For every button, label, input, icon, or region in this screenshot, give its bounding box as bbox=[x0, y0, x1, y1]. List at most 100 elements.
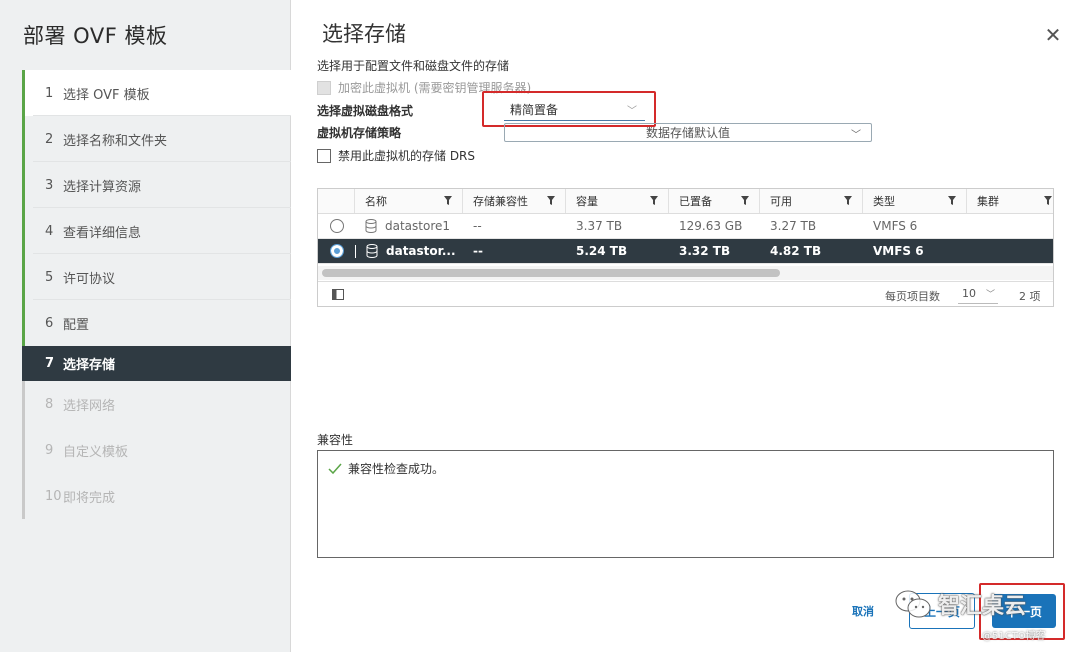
filter-icon[interactable] bbox=[444, 196, 452, 205]
step-select-compute-resource[interactable]: 3 选择计算资源 bbox=[22, 162, 291, 208]
item-count: 2 项 bbox=[1019, 290, 1041, 303]
column-toggle-icon[interactable] bbox=[332, 289, 344, 300]
disable-drs-label: 禁用此虚拟机的存储 DRS bbox=[338, 149, 476, 163]
step-number: 4 bbox=[45, 223, 54, 239]
compatibility-message: 兼容性检查成功。 bbox=[348, 462, 445, 476]
cell-free: 3.27 TB bbox=[770, 219, 817, 233]
step-number: 2 bbox=[45, 131, 54, 147]
step-label: 查看详细信息 bbox=[63, 225, 142, 241]
column-header-compatibility[interactable]: 存储兼容性 bbox=[463, 189, 566, 213]
cell-capacity: 5.24 TB bbox=[576, 244, 628, 258]
horizontal-scrollbar[interactable] bbox=[318, 266, 1053, 280]
filter-icon[interactable] bbox=[547, 196, 555, 205]
compatibility-label: 兼容性 bbox=[317, 433, 354, 447]
filter-icon[interactable] bbox=[741, 196, 749, 205]
grid-header: 名称 存储兼容性 容量 已置备 可用 类型 集群 bbox=[318, 189, 1053, 214]
wechat-logo-icon bbox=[895, 590, 931, 618]
cell-compatibility: -- bbox=[473, 219, 482, 233]
datastore-icon bbox=[366, 244, 378, 258]
disable-drs-checkbox[interactable] bbox=[317, 148, 331, 163]
page-title: 选择存储 bbox=[322, 22, 406, 46]
cell-name: datastore1 bbox=[355, 214, 463, 238]
disk-format-label: 选择虚拟磁盘格式 bbox=[317, 104, 414, 118]
highlight-box bbox=[482, 91, 656, 127]
step-number: 3 bbox=[45, 177, 54, 193]
table-row-selected[interactable]: datastor... -- 5.24 TB 3.32 TB 4.82 TB V… bbox=[318, 239, 1053, 264]
cell-cluster bbox=[967, 239, 1053, 263]
storage-policy-value: 数据存储默认值 bbox=[645, 126, 730, 140]
row-radio[interactable] bbox=[330, 244, 344, 258]
step-label: 配置 bbox=[63, 317, 90, 333]
page-subtitle: 选择用于配置文件和磁盘文件的存储 bbox=[317, 59, 510, 73]
column-header-free[interactable]: 可用 bbox=[760, 189, 863, 213]
datastore-name: datastor... bbox=[386, 244, 456, 258]
step-label: 选择存储 bbox=[63, 358, 116, 373]
cell-type: VMFS 6 bbox=[873, 219, 918, 233]
step-number: 7 bbox=[45, 356, 55, 371]
scrollbar-thumb[interactable] bbox=[322, 269, 780, 277]
step-label: 自定义模板 bbox=[63, 444, 129, 460]
step-number: 10 bbox=[45, 488, 62, 504]
wizard-steps: 1 选择 OVF 模板 2 选择名称和文件夹 3 选择计算资源 4 查看详细信息… bbox=[22, 70, 291, 519]
column-header-capacity[interactable]: 容量 bbox=[566, 189, 669, 213]
cell-provisioned: 3.32 TB bbox=[679, 244, 731, 258]
filter-icon[interactable] bbox=[1044, 196, 1052, 205]
step-review-details[interactable]: 4 查看详细信息 bbox=[22, 208, 291, 254]
column-header-provisioned[interactable]: 已置备 bbox=[669, 189, 760, 213]
column-header-name[interactable]: 名称 bbox=[355, 189, 463, 213]
datastore-icon bbox=[365, 219, 377, 233]
encrypt-vm-checkbox bbox=[317, 80, 331, 95]
column-label: 容量 bbox=[576, 195, 598, 208]
cell-compatibility: -- bbox=[473, 244, 483, 258]
step-label: 选择 OVF 模板 bbox=[63, 87, 150, 103]
wizard-title: 部署 OVF 模板 bbox=[23, 24, 168, 48]
per-page-label: 每页项目数 bbox=[885, 290, 940, 303]
step-number: 9 bbox=[45, 442, 54, 458]
column-header-cluster[interactable]: 集群 bbox=[967, 189, 1053, 213]
step-label: 选择网络 bbox=[63, 398, 116, 414]
cell-provisioned: 129.63 GB bbox=[679, 219, 743, 233]
column-label: 已置备 bbox=[679, 195, 712, 208]
step-label: 许可协议 bbox=[63, 271, 116, 287]
row-select-cell bbox=[318, 239, 355, 263]
wizard-main-panel: 选择存储 ✕ 选择用于配置文件和磁盘文件的存储 加密此虚拟机 (需要密钥管理服务… bbox=[292, 0, 1080, 652]
step-number: 1 bbox=[45, 85, 54, 101]
step-label: 选择名称和文件夹 bbox=[63, 133, 168, 149]
compatibility-panel: 兼容性检查成功。 bbox=[317, 450, 1054, 558]
filter-icon[interactable] bbox=[948, 196, 956, 205]
cancel-button[interactable]: 取消 bbox=[852, 603, 874, 619]
filter-icon[interactable] bbox=[650, 196, 658, 205]
cell-free: 4.82 TB bbox=[770, 244, 822, 258]
chevron-down-icon: ﹀ bbox=[851, 130, 861, 141]
column-label: 集群 bbox=[977, 195, 999, 208]
step-license-agreements[interactable]: 5 许可协议 bbox=[22, 254, 291, 300]
watermark-source: @51CTO博客 bbox=[982, 631, 1046, 642]
row-select-cell bbox=[318, 214, 355, 238]
chevron-down-icon: ﹀ bbox=[986, 290, 996, 300]
step-ready-to-complete: 10 即将完成 bbox=[22, 473, 291, 519]
column-header-type[interactable]: 类型 bbox=[863, 189, 967, 213]
row-divider bbox=[355, 244, 356, 258]
cell-capacity: 3.37 TB bbox=[576, 219, 623, 233]
column-label: 可用 bbox=[770, 195, 792, 208]
filter-icon[interactable] bbox=[844, 196, 852, 205]
row-radio[interactable] bbox=[330, 219, 344, 233]
column-label: 类型 bbox=[873, 195, 895, 208]
step-select-ovf-template[interactable]: 1 选择 OVF 模板 bbox=[22, 70, 291, 116]
step-configuration[interactable]: 6 配置 bbox=[22, 300, 291, 346]
disable-drs-option[interactable]: 禁用此虚拟机的存储 DRS bbox=[317, 147, 475, 164]
per-page-select[interactable]: 10 ﹀ bbox=[958, 284, 998, 304]
step-select-name-folder[interactable]: 2 选择名称和文件夹 bbox=[22, 116, 291, 162]
column-label: 名称 bbox=[365, 195, 387, 208]
step-label: 选择计算资源 bbox=[63, 179, 142, 195]
close-icon[interactable]: ✕ bbox=[1044, 25, 1062, 45]
watermark: 智汇桌云 bbox=[894, 588, 1026, 620]
cell-type: VMFS 6 bbox=[873, 244, 924, 258]
select-column-header bbox=[318, 189, 355, 213]
step-select-networks: 8 选择网络 bbox=[22, 381, 291, 427]
storage-policy-select[interactable]: 数据存储默认值 ﹀ bbox=[504, 123, 872, 142]
cell-cluster bbox=[967, 214, 1053, 238]
check-icon bbox=[328, 463, 342, 474]
step-select-storage[interactable]: 7 选择存储 bbox=[22, 346, 291, 381]
table-row[interactable]: datastore1 -- 3.37 TB 129.63 GB 3.27 TB … bbox=[318, 214, 1053, 239]
